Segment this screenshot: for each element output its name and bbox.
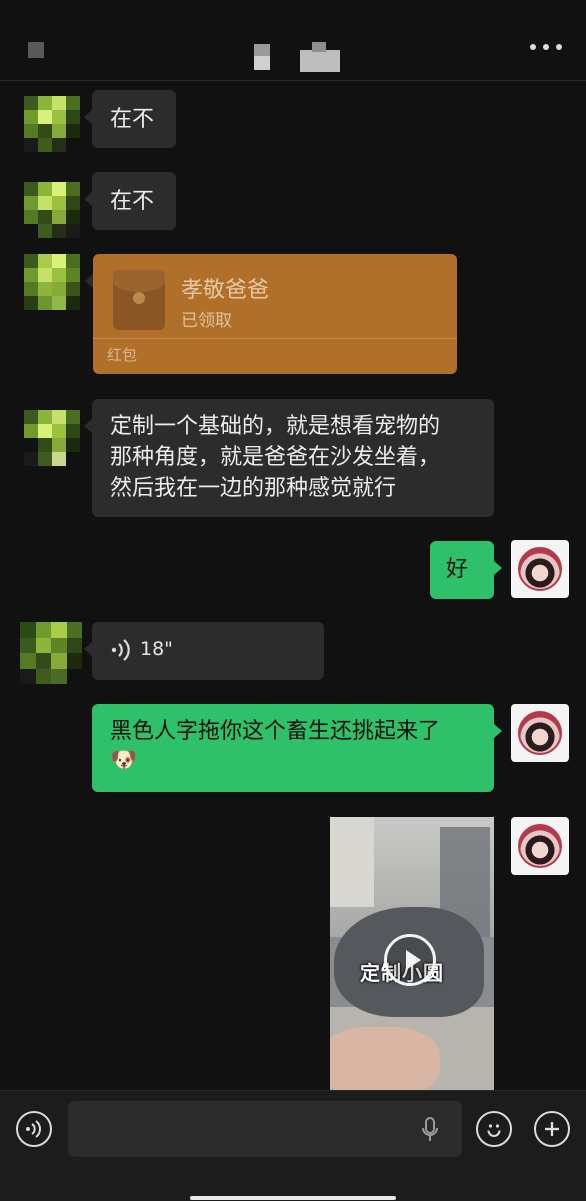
message-input[interactable] [68, 1101, 462, 1157]
plus-icon[interactable] [534, 1111, 570, 1147]
microphone-icon[interactable] [420, 1116, 440, 1144]
home-indicator[interactable] [190, 1196, 396, 1200]
voice-wave-icon [110, 638, 132, 667]
emoji-dog: 🐶 [110, 748, 138, 773]
contact-avatar[interactable] [24, 182, 80, 238]
contact-avatar[interactable] [20, 622, 82, 684]
message-text: 在不 [110, 189, 155, 214]
voice-toggle-icon[interactable] [16, 1111, 52, 1147]
back-icon[interactable] [28, 42, 44, 58]
play-icon[interactable] [384, 934, 436, 986]
message-bubble[interactable]: 定制一个基础的，就是想看宠物的 那种角度，就是爸爸在沙发坐着， 然后我在一边的那… [84, 399, 494, 517]
message-bubble-self[interactable]: 黑色人字拖你这个畜生还挑起来了 🐶 [92, 704, 502, 792]
contact-avatar[interactable] [24, 410, 80, 466]
red-packet-title: 孝敬爸爸 [181, 278, 270, 303]
message-text-line: 然后我在一边的那种感觉就行 [110, 476, 397, 501]
self-avatar[interactable] [511, 704, 569, 762]
voice-message[interactable]: 18" [84, 622, 324, 680]
chat-title-blurred-part [254, 56, 270, 70]
message-bubble-self[interactable]: 好 [430, 541, 502, 599]
chat-title-blurred-part [300, 50, 340, 72]
avatar-image [518, 711, 562, 755]
video-thumb-hand [330, 1027, 440, 1095]
self-avatar[interactable] [511, 540, 569, 598]
message-text: 好 [446, 557, 469, 582]
chat-header [0, 0, 586, 81]
voice-duration: 18" [140, 638, 173, 660]
self-avatar[interactable] [511, 817, 569, 875]
chat-title-blurred-part [312, 42, 326, 52]
message-text-line: 那种角度，就是爸爸在沙发坐着， [110, 445, 441, 470]
emoji-icon[interactable] [476, 1111, 512, 1147]
video-message[interactable]: 定制小圆 [330, 817, 494, 1095]
avatar-image [518, 547, 562, 591]
red-packet-divider [93, 338, 457, 339]
contact-avatar[interactable] [24, 254, 80, 310]
message-text-line: 定制一个基础的，就是想看宠物的 [110, 414, 441, 439]
red-packet-icon [113, 270, 165, 330]
more-dots-icon[interactable] [530, 40, 562, 54]
message-bubble[interactable]: 在不 [84, 172, 176, 230]
red-packet-status: 已领取 [181, 311, 232, 331]
contact-avatar[interactable] [24, 96, 80, 152]
red-packet-label: 红包 [107, 346, 138, 364]
video-thumb-door [330, 817, 374, 907]
message-text-line: 黑色人字拖你这个畜生还挑起来了 [110, 719, 441, 744]
message-bubble[interactable]: 在不 [84, 90, 176, 148]
message-text: 在不 [110, 107, 155, 132]
avatar-image [518, 824, 562, 868]
red-packet-message[interactable]: 孝敬爸爸 已领取 红包 [85, 254, 457, 374]
